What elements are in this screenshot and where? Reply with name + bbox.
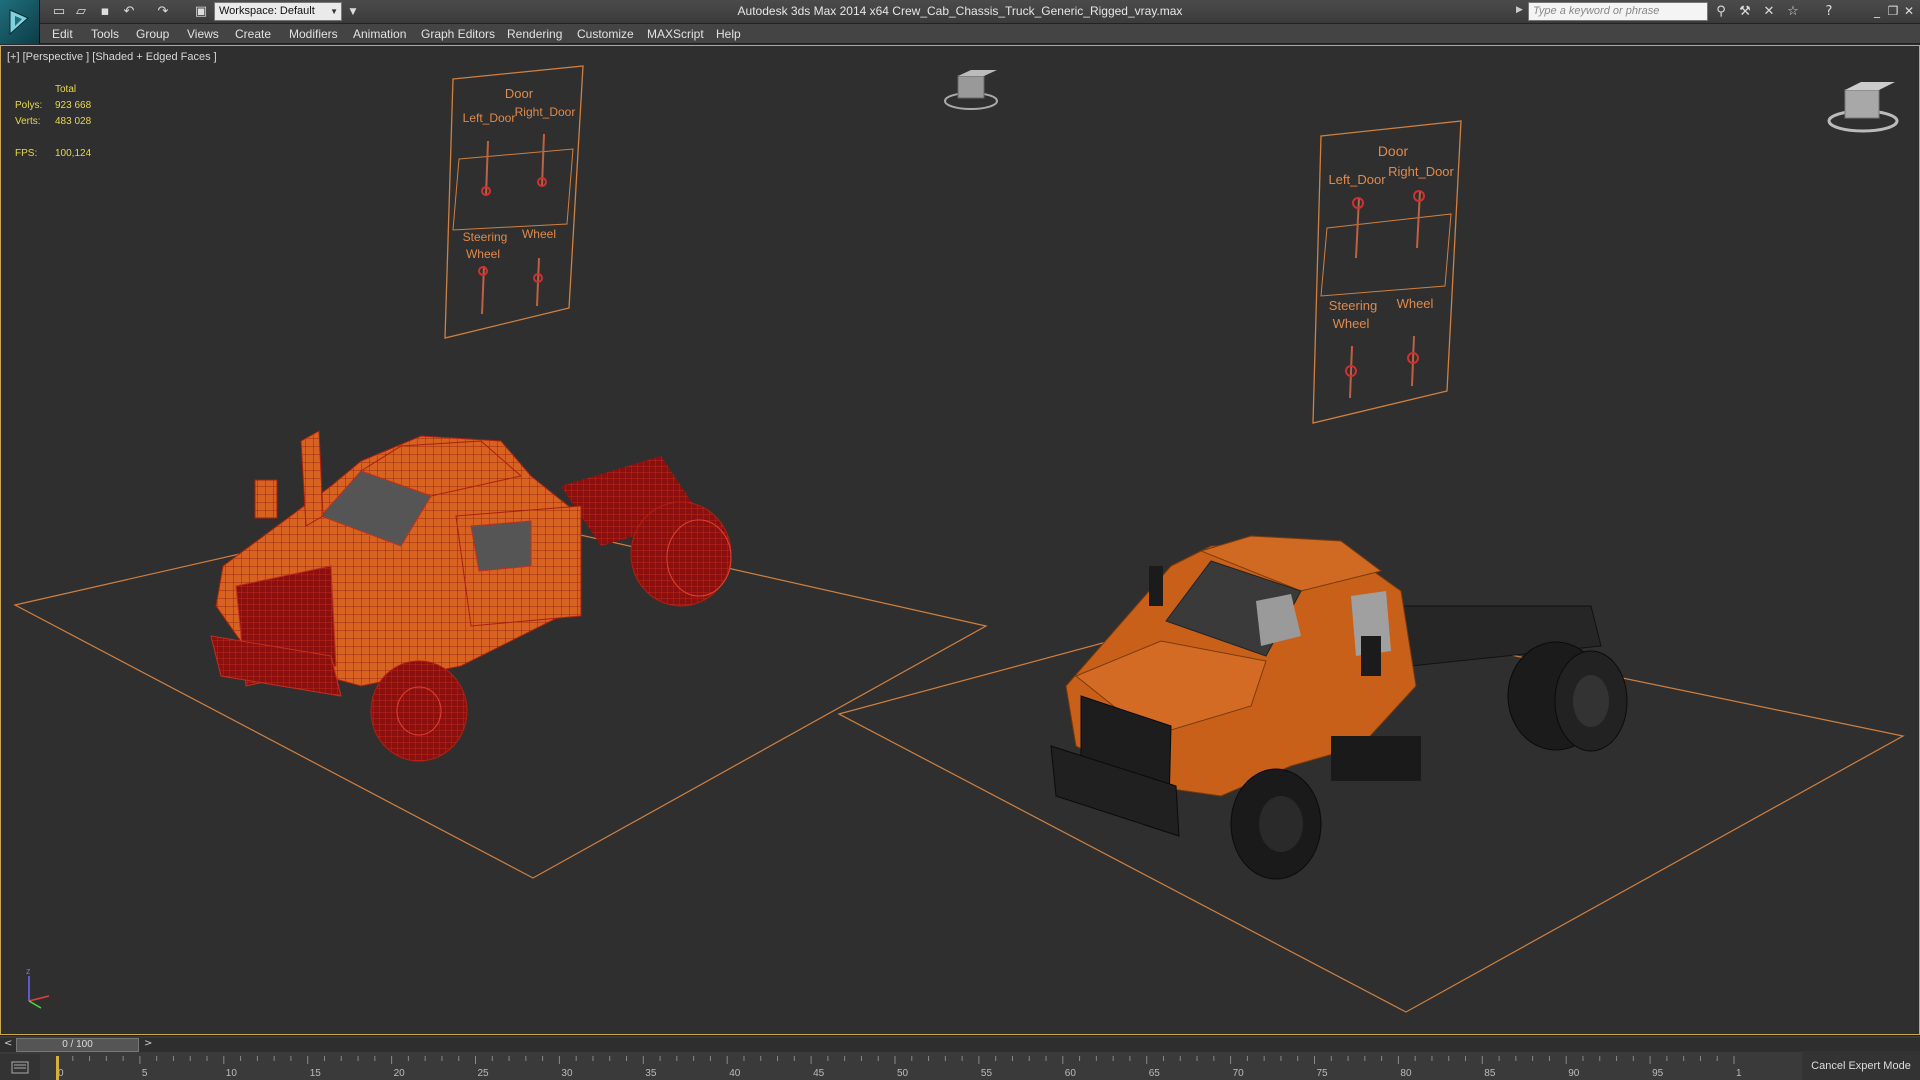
menu-help[interactable]: Help <box>716 27 741 41</box>
timeline-tick-label: 10 <box>226 1068 238 1079</box>
app-window: ▭ ▱ ▪ ↶ ↷ ▣ Workspace: Default ▼ ▼ Autod… <box>0 0 1920 1080</box>
timeline-tick-label: 50 <box>897 1068 909 1079</box>
timeline-panel: < 0 / 100 > 0 5 10 15 20 25 30 35 40 45 50 55 60 65 70… <box>0 1035 1920 1080</box>
rig-wheel-label-right: Wheel <box>1397 296 1434 311</box>
rig-steering-label: Steering <box>463 230 508 244</box>
timeline-tick-label: 95 <box>1652 1068 1664 1079</box>
stats-fps-value: 100,124 <box>55 148 92 159</box>
timeline-tick-label: 80 <box>1400 1068 1412 1079</box>
menu-bar: Edit Tools Group Views Create Modifiers … <box>0 24 1920 44</box>
minimize-icon[interactable]: _ <box>1870 2 1884 20</box>
restore-icon[interactable]: ❐ <box>1886 2 1900 20</box>
rig-control-panel-left[interactable]: Door Left_Door Right_Door Steering Wheel… <box>444 65 584 339</box>
search-placeholder: Type a keyword or phrase <box>1533 5 1660 17</box>
timeline-tick-label: 55 <box>981 1068 993 1079</box>
time-slider-next-button[interactable]: > <box>144 1038 152 1049</box>
subscription-icon[interactable]: ⚒ <box>1736 3 1754 21</box>
open-file-icon[interactable]: ▱ <box>72 3 90 21</box>
svg-text:z: z <box>26 966 31 976</box>
menu-edit[interactable]: Edit <box>52 27 73 41</box>
timeline-tick-label: 25 <box>478 1068 490 1079</box>
mini-curve-editor-toggle-icon[interactable] <box>0 1054 40 1080</box>
search-input[interactable]: Type a keyword or phrase <box>1528 2 1708 21</box>
stats-verts-label: Verts: <box>15 116 41 127</box>
timeline-tick-label: 90 <box>1568 1068 1580 1079</box>
chevron-down-icon: ▼ <box>330 7 338 16</box>
timeline-tick-label: 75 <box>1317 1068 1329 1079</box>
timeline-tick-label: 100 <box>1736 1068 1742 1079</box>
project-folder-icon[interactable]: ▣ <box>192 3 210 21</box>
viewport-label[interactable]: [+] [Perspective ] [Shaded + Edged Faces… <box>7 51 217 63</box>
axis-gizmo-icon: z <box>26 966 50 1009</box>
rig-steering-wheel-label-right: Wheel <box>1333 316 1370 331</box>
menu-modifiers[interactable]: Modifiers <box>289 27 338 41</box>
stats-polys-label: Polys: <box>15 100 43 111</box>
binoculars-icon[interactable]: ⚲ <box>1712 3 1730 21</box>
statistics-overlay: Total Polys: 923 668 Verts: 483 028 FPS: 10… <box>15 82 91 162</box>
app-logo-icon[interactable] <box>0 0 40 44</box>
timeline-tick-label: 40 <box>729 1068 741 1079</box>
cancel-expert-mode-button[interactable]: Cancel Expert Mode <box>1802 1051 1920 1080</box>
communication-icon[interactable]: ✕ <box>1760 3 1778 21</box>
close-icon[interactable]: ✕ <box>1902 2 1916 20</box>
undo-icon[interactable]: ↶ <box>120 3 138 21</box>
menu-maxscript[interactable]: MAXScript <box>647 27 704 41</box>
rig-left-door-label-right: Left_Door <box>1328 172 1386 187</box>
scene-canvas[interactable]: Door Left_Door Right_Door Steering Wheel… <box>1 46 1919 1034</box>
stats-total-header: Total <box>55 84 77 95</box>
timeline-tick-label: 15 <box>310 1068 322 1079</box>
timeline-tick-label: 20 <box>394 1068 406 1079</box>
menu-group[interactable]: Group <box>136 27 169 41</box>
time-slider[interactable]: < 0 / 100 > <box>0 1038 1920 1052</box>
viewcube-icon[interactable] <box>1827 82 1899 133</box>
menu-rendering[interactable]: Rendering <box>507 27 562 41</box>
workspace-label: Workspace: Default <box>219 5 315 17</box>
timeline-tick-label: 70 <box>1233 1068 1245 1079</box>
current-frame-marker[interactable] <box>56 1056 59 1080</box>
rig-right-door-label: Right_Door <box>515 105 576 119</box>
timeline-track[interactable]: 0510152025303540455055606570758085909510… <box>56 1056 1742 1080</box>
truck-wireframe-model[interactable] <box>210 430 732 762</box>
truck-shaded-model[interactable] <box>1050 535 1628 880</box>
timeline-tick-label: 85 <box>1484 1068 1496 1079</box>
rig-door-title: Door <box>505 86 534 101</box>
menu-tools[interactable]: Tools <box>91 27 119 41</box>
rig-right-door-label-right: Right_Door <box>1388 164 1454 179</box>
help-icon[interactable]: ? <box>1820 3 1838 21</box>
viewcube-center-icon[interactable] <box>944 70 998 110</box>
stats-polys-value: 923 668 <box>55 100 92 111</box>
menu-views[interactable]: Views <box>187 27 219 41</box>
time-slider-prev-button[interactable]: < <box>4 1038 12 1049</box>
workspace-dropdown[interactable]: Workspace: Default ▼ <box>214 2 342 21</box>
redo-icon[interactable]: ↷ <box>154 3 172 21</box>
rig-steering-label-right: Steering <box>1329 298 1377 313</box>
menu-animation[interactable]: Animation <box>353 27 406 41</box>
timeline-tick-label: 45 <box>813 1068 825 1079</box>
rig-door-title-right: Door <box>1378 143 1409 159</box>
rig-control-panel-right[interactable]: Door Left_Door Right_Door Steering Wheel… <box>1312 120 1462 424</box>
title-bar: ▭ ▱ ▪ ↶ ↷ ▣ Workspace: Default ▼ ▼ Autod… <box>0 0 1920 24</box>
save-icon[interactable]: ▪ <box>96 3 114 21</box>
rig-wheel-label: Wheel <box>522 227 556 241</box>
timeline-tick-label: 5 <box>142 1068 148 1079</box>
chevron-right-icon[interactable]: ▶ <box>1516 5 1523 15</box>
timeline-tick-label: 35 <box>645 1068 657 1079</box>
perspective-viewport[interactable]: Door Left_Door Right_Door Steering Wheel… <box>0 45 1920 1035</box>
rig-left-door-label: Left_Door <box>463 111 516 125</box>
favorites-star-icon[interactable]: ☆ <box>1784 3 1802 21</box>
new-file-icon[interactable]: ▭ <box>50 3 68 21</box>
rig-steering-wheel-label: Wheel <box>466 247 500 261</box>
menu-customize[interactable]: Customize <box>577 27 634 41</box>
chevron-down-icon[interactable]: ▼ <box>344 3 362 21</box>
menu-graph-editors[interactable]: Graph Editors <box>421 27 495 41</box>
timeline-tick-label: 30 <box>561 1068 573 1079</box>
stats-verts-value: 483 028 <box>55 116 92 127</box>
time-slider-thumb[interactable]: 0 / 100 <box>16 1038 139 1052</box>
timeline-tick-label: 60 <box>1065 1068 1077 1079</box>
timeline-tick-label: 65 <box>1149 1068 1161 1079</box>
stats-fps-label: FPS: <box>15 148 38 159</box>
menu-create[interactable]: Create <box>235 27 271 41</box>
